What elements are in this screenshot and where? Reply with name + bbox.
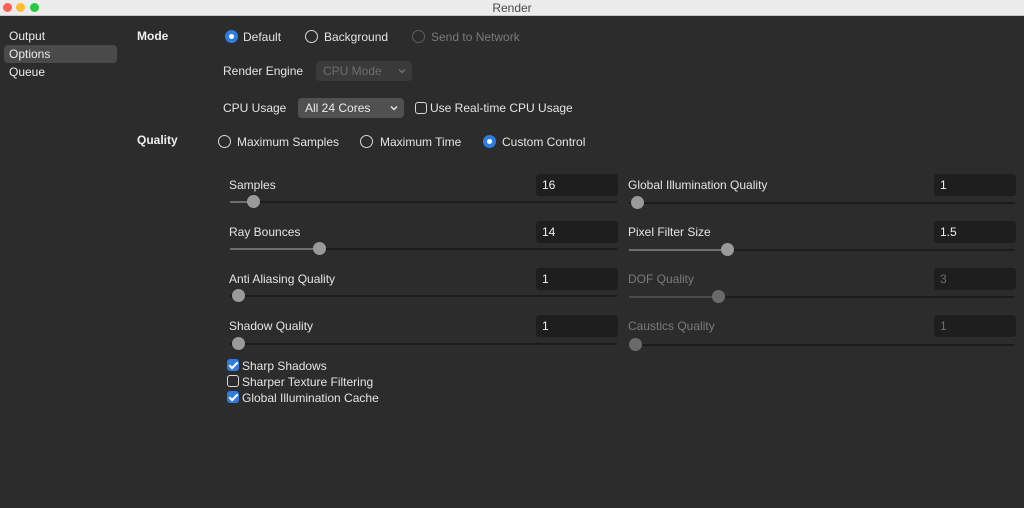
render-engine-value: CPU Mode xyxy=(323,64,382,78)
mode-send-to-network-label: Send to Network xyxy=(431,30,520,44)
quality-max-samples-label[interactable]: Maximum Samples xyxy=(237,135,339,149)
pixel-filter-size-field[interactable]: 1.5 xyxy=(934,221,1016,243)
mode-background-radio[interactable] xyxy=(305,30,318,43)
sharp-shadows-checkbox[interactable] xyxy=(227,359,239,371)
cpu-usage-label: CPU Usage xyxy=(223,101,287,115)
sharper-texture-filtering-label[interactable]: Sharper Texture Filtering xyxy=(242,375,373,389)
realtime-cpu-checkbox[interactable] xyxy=(415,102,427,114)
mode-background-label[interactable]: Background xyxy=(324,30,388,44)
mode-send-to-network-radio xyxy=(412,30,425,43)
ray-bounces-field[interactable]: 14 xyxy=(536,221,618,243)
sidebar-item-queue[interactable]: Queue xyxy=(4,63,117,81)
quality-max-samples-radio[interactable] xyxy=(218,135,231,148)
caustics-quality-field: 1 xyxy=(934,315,1016,337)
quality-max-time-label[interactable]: Maximum Time xyxy=(380,135,461,149)
sidebar-item-output[interactable]: Output xyxy=(4,27,117,45)
pixel-filter-size-slider[interactable] xyxy=(629,243,1015,256)
anti-aliasing-field[interactable]: 1 xyxy=(536,268,618,290)
gi-quality-slider[interactable] xyxy=(629,196,1015,209)
realtime-cpu-label[interactable]: Use Real-time CPU Usage xyxy=(430,101,573,115)
sidebar-item-options[interactable]: Options xyxy=(4,45,117,63)
pixel-filter-size-slider-knob[interactable] xyxy=(721,243,735,256)
cpu-usage-value: All 24 Cores xyxy=(305,101,371,115)
title-bar: Render xyxy=(0,0,1024,16)
chevron-down-icon xyxy=(390,105,398,111)
samples-slider-knob[interactable] xyxy=(247,195,261,208)
samples-label: Samples xyxy=(229,178,276,192)
anti-aliasing-slider[interactable] xyxy=(230,289,617,302)
ray-bounces-slider[interactable] xyxy=(230,242,617,255)
mode-section-label: Mode xyxy=(137,29,169,43)
ray-bounces-slider-knob[interactable] xyxy=(313,242,326,255)
caustics-quality-label: Caustics Quality xyxy=(628,319,715,333)
gi-quality-label: Global Illumination Quality xyxy=(628,178,768,192)
gi-quality-slider-knob[interactable] xyxy=(630,196,644,209)
sidebar: Output Options Queue xyxy=(0,17,118,508)
mode-default-label[interactable]: Default xyxy=(243,30,281,44)
window-title: Render xyxy=(492,1,532,15)
quality-custom-control-radio[interactable] xyxy=(483,135,496,148)
anti-aliasing-label: Anti Aliasing Quality xyxy=(229,272,336,286)
sharper-texture-filtering-checkbox[interactable] xyxy=(227,375,239,387)
cpu-usage-select[interactable]: All 24 Cores xyxy=(298,98,404,118)
gi-cache-checkbox[interactable] xyxy=(227,391,239,403)
caustics-quality-slider-knob xyxy=(628,338,642,351)
dof-quality-field: 3 xyxy=(934,268,1016,290)
samples-slider[interactable] xyxy=(230,195,617,208)
gi-quality-field[interactable]: 1 xyxy=(934,174,1016,196)
ray-bounces-label: Ray Bounces xyxy=(229,225,301,239)
quality-max-time-radio[interactable] xyxy=(360,135,373,148)
chevron-down-icon xyxy=(398,68,406,74)
dof-quality-slider xyxy=(629,290,1015,303)
caustics-quality-slider xyxy=(628,338,1015,351)
quality-section-label: Quality xyxy=(137,133,178,147)
shadow-quality-slider[interactable] xyxy=(230,337,617,350)
dof-quality-label: DOF Quality xyxy=(628,272,695,286)
pixel-filter-size-label: Pixel Filter Size xyxy=(628,225,711,239)
shadow-quality-label: Shadow Quality xyxy=(229,319,314,333)
render-engine-label: Render Engine xyxy=(223,64,304,78)
dof-quality-slider-knob xyxy=(711,290,725,303)
shadow-quality-field[interactable]: 1 xyxy=(536,315,618,337)
samples-field[interactable]: 16 xyxy=(536,174,618,196)
gi-cache-label[interactable]: Global Illumination Cache xyxy=(242,391,379,405)
mode-default-radio[interactable] xyxy=(225,30,238,43)
anti-aliasing-slider-knob[interactable] xyxy=(231,289,245,302)
render-engine-select: CPU Mode xyxy=(316,61,412,81)
quality-custom-control-label[interactable]: Custom Control xyxy=(502,135,585,149)
shadow-quality-slider-knob[interactable] xyxy=(231,337,245,350)
sharp-shadows-label[interactable]: Sharp Shadows xyxy=(242,359,327,373)
